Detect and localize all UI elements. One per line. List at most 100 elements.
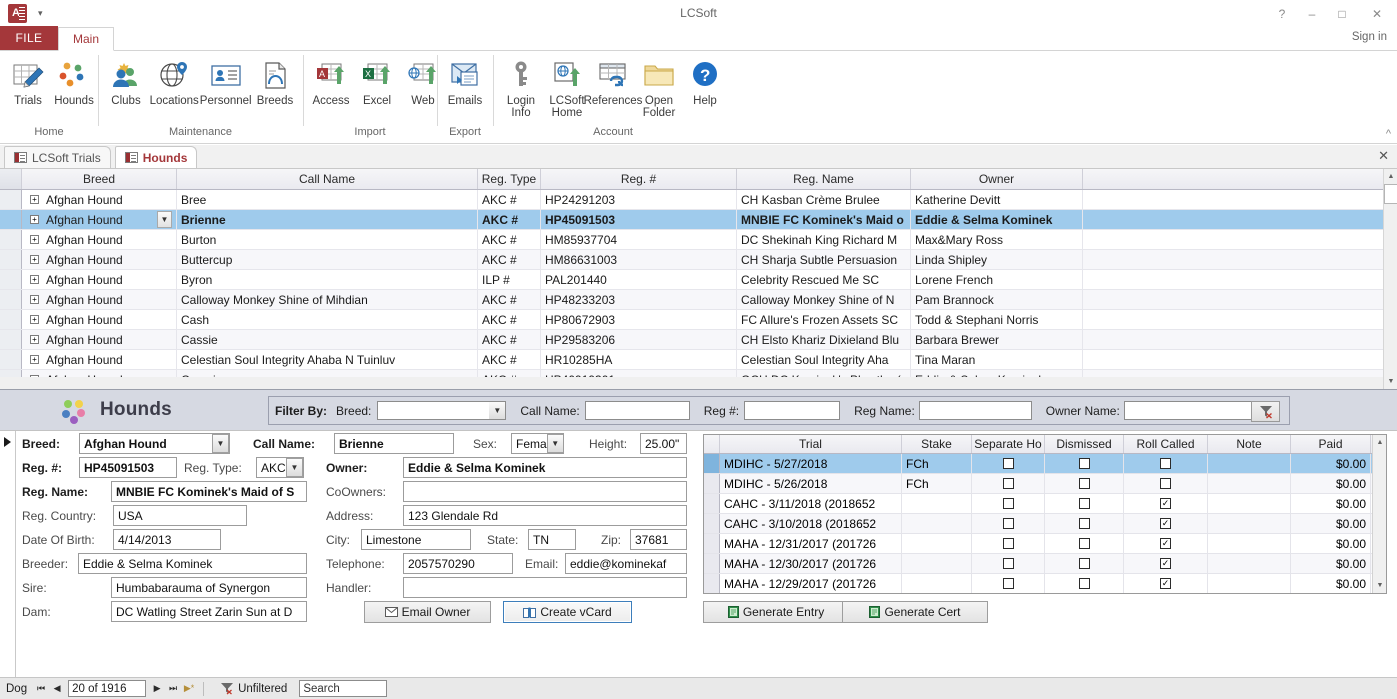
row-selector[interactable]: [704, 574, 720, 593]
column-header-reg-name[interactable]: Reg. Name: [737, 169, 911, 189]
cell-trial[interactable]: MAHA - 12/29/2017 (201726: [720, 574, 902, 593]
row-selector[interactable]: [0, 350, 22, 369]
row-selector[interactable]: [704, 554, 720, 573]
cell-roll-called[interactable]: ✓: [1124, 534, 1208, 553]
maximize-button[interactable]: □: [1327, 0, 1357, 27]
table-row[interactable]: + Afghan Hound Byron ILP # PAL201440 Celebrit…: [0, 270, 1397, 290]
column-header-breed[interactable]: Breed: [22, 169, 177, 189]
filter-call-name-input[interactable]: [584, 401, 690, 420]
cell-dismissed[interactable]: [1045, 514, 1124, 533]
ribbon-button-login-info[interactable]: Login Info: [498, 54, 544, 125]
cell-call-name[interactable]: Cassie: [177, 330, 478, 349]
cell-dismissed[interactable]: [1045, 494, 1124, 513]
cell-reg-type[interactable]: AKC #: [478, 190, 541, 209]
row-selector[interactable]: [0, 290, 22, 309]
cell-breed[interactable]: + Afghan Hound: [22, 290, 177, 309]
cell-paid[interactable]: $0.00: [1291, 454, 1371, 473]
record-selector[interactable]: [0, 431, 16, 677]
expand-row-icon[interactable]: +: [30, 275, 39, 284]
input-sex[interactable]: Fema ▼: [511, 433, 564, 454]
scrollbar-thumb[interactable]: [1384, 184, 1397, 204]
generate-cert-button[interactable]: Generate Cert: [842, 601, 988, 623]
input-city[interactable]: Limestone: [361, 529, 471, 550]
cell-roll-called[interactable]: ✓: [1124, 574, 1208, 593]
generate-entry-button[interactable]: Generate Entry: [703, 601, 849, 623]
trials-column-separate-hounds[interactable]: Separate Ho: [972, 435, 1045, 453]
checkbox[interactable]: [1160, 458, 1171, 469]
chevron-down-icon[interactable]: ▼: [489, 401, 507, 420]
input-reg-type[interactable]: AKC ▼: [256, 457, 304, 478]
cell-stake[interactable]: [902, 574, 972, 593]
scroll-down-icon[interactable]: ▼: [1373, 578, 1386, 593]
cell-owner[interactable]: Katherine Devitt: [911, 190, 1083, 209]
cell-owner[interactable]: Tina Maran: [911, 350, 1083, 369]
cell-roll-called[interactable]: [1124, 454, 1208, 473]
expand-row-icon[interactable]: +: [30, 255, 39, 264]
ribbon-button-import-excel[interactable]: X Excel: [354, 54, 400, 125]
ribbon-button-lcsoft-home[interactable]: LCSoft Home: [544, 54, 590, 125]
cell-call-name[interactable]: Cash: [177, 310, 478, 329]
new-record-button[interactable]: ▶*: [181, 681, 197, 697]
cell-reg-no[interactable]: HP80672903: [541, 310, 737, 329]
ribbon-button-open-folder[interactable]: Open Folder: [636, 54, 682, 125]
ribbon-button-breeds[interactable]: Breeds: [252, 54, 298, 125]
cell-call-name[interactable]: Buttercup: [177, 250, 478, 269]
cell-breed[interactable]: + Afghan Hound: [22, 310, 177, 329]
cell-stake[interactable]: [902, 554, 972, 573]
first-record-button[interactable]: ⏮: [33, 681, 49, 697]
cell-reg-name[interactable]: CH Kasban Crème Brulee: [737, 190, 911, 209]
row-selector[interactable]: [0, 190, 22, 209]
cell-separate-hounds[interactable]: [972, 474, 1045, 493]
cell-stake[interactable]: FCh: [902, 454, 972, 473]
filter-owner-name-input[interactable]: [1123, 401, 1259, 420]
input-breeder[interactable]: Eddie & Selma Kominek: [78, 553, 307, 574]
cell-paid[interactable]: $0.00: [1291, 534, 1371, 553]
cell-breed[interactable]: + Afghan Hound: [22, 270, 177, 289]
cell-owner[interactable]: Pam Brannock: [911, 290, 1083, 309]
cell-reg-no[interactable]: HP29583206: [541, 330, 737, 349]
clear-filter-button[interactable]: [1251, 401, 1280, 422]
help-button[interactable]: ?: [1267, 0, 1297, 27]
row-selector[interactable]: [0, 310, 22, 329]
cell-trial[interactable]: MDIHC - 5/27/2018: [720, 454, 902, 473]
checkbox[interactable]: [1002, 578, 1014, 589]
checkbox[interactable]: [1078, 578, 1090, 589]
input-telephone[interactable]: 2057570290: [403, 553, 513, 574]
cell-paid[interactable]: $0.00: [1291, 574, 1371, 593]
input-owner[interactable]: Eddie & Selma Kominek: [403, 457, 687, 478]
cell-reg-name[interactable]: Celestian Soul Integrity Aha: [737, 350, 911, 369]
input-reg-name[interactable]: MNBIE FC Kominek's Maid of S: [111, 481, 307, 502]
next-record-button[interactable]: ▶: [149, 681, 165, 697]
cell-trial[interactable]: CAHC - 3/10/2018 (2018652: [720, 514, 902, 533]
ribbon-button-locations[interactable]: Locations: [149, 54, 199, 125]
datasheet-horizontal-scrollbar[interactable]: [0, 377, 1383, 389]
table-row[interactable]: + Afghan Hound Calloway Monkey Shine of Mi…: [0, 290, 1397, 310]
filter-reg-no-input[interactable]: [744, 401, 841, 420]
cell-stake[interactable]: [902, 514, 972, 533]
cell-reg-type[interactable]: AKC #: [478, 350, 541, 369]
cell-reg-no[interactable]: HM85937704: [541, 230, 737, 249]
cell-trial[interactable]: MDIHC - 5/26/2018: [720, 474, 902, 493]
select-all-corner[interactable]: [0, 169, 22, 189]
input-state[interactable]: TN: [528, 529, 576, 550]
checkbox[interactable]: [1078, 518, 1090, 529]
record-position-input[interactable]: 20 of 1916: [68, 680, 147, 697]
table-row[interactable]: CAHC - 3/11/2018 (2018652 ✓ $0.00: [704, 494, 1386, 514]
cell-reg-no[interactable]: HM86631003: [541, 250, 737, 269]
trials-column-note[interactable]: Note: [1208, 435, 1291, 453]
cell-call-name[interactable]: Brienne: [177, 210, 478, 229]
cell-separate-hounds[interactable]: [972, 494, 1045, 513]
table-row[interactable]: CAHC - 3/10/2018 (2018652 ✓ $0.00: [704, 514, 1386, 534]
last-record-button[interactable]: ⏭: [165, 681, 181, 697]
sign-in-link[interactable]: Sign in: [1352, 31, 1387, 43]
cell-breed[interactable]: + Afghan Hound: [22, 330, 177, 349]
scroll-up-icon[interactable]: ▲: [1373, 435, 1386, 450]
document-tab-lcsoft-trials[interactable]: LCSoft Trials: [4, 146, 111, 168]
cell-breed[interactable]: + Afghan Hound: [22, 350, 177, 369]
filter-reg-name-input[interactable]: [918, 401, 1032, 420]
cell-note[interactable]: [1208, 554, 1291, 573]
chevron-down-icon[interactable]: ▼: [157, 211, 172, 228]
search-input[interactable]: Search: [299, 680, 388, 697]
checkbox[interactable]: [1002, 538, 1014, 549]
checkbox[interactable]: ✓: [1160, 578, 1171, 589]
